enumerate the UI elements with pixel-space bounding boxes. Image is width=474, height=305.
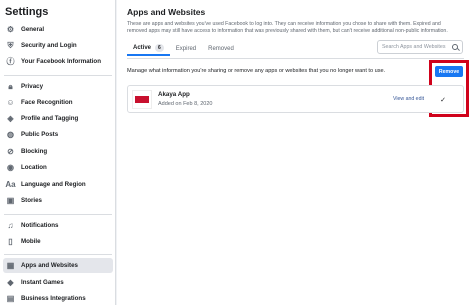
search-placeholder: Search Apps and Websites [382,44,446,50]
sidebar-item-profile-tagging[interactable]: ◈ Profile and Tagging [3,111,113,126]
location-icon: ◉ [7,163,14,172]
sidebar-divider [4,214,112,215]
tab-active[interactable]: Active 6 [127,42,170,56]
page-title: Apps and Websites [127,7,206,17]
sidebar-title: Settings [5,6,49,18]
sidebar-item-public-posts[interactable]: ◍ Public Posts [3,127,113,142]
view-and-edit-link[interactable]: View and edit [393,96,424,102]
tab-bar: Active 6 Expired Removed [127,42,240,56]
sidebar-item-language-region[interactable]: Aa Language and Region [3,177,113,192]
sidebar-item-privacy[interactable]: 🔒︎ Privacy [3,79,113,94]
tab-label: Removed [208,46,234,52]
face-icon: ☺ [6,98,15,107]
sidebar-item-facebook-information[interactable]: ⓕ Your Facebook Information [3,54,113,69]
block-icon: ⊘ [7,147,14,156]
sidebar-item-label: Stories [21,197,42,204]
sidebar-item-label: Blocking [21,148,48,155]
globe-icon: ◍ [7,130,14,139]
search-input[interactable]: Search Apps and Websites [377,40,463,54]
sidebar-divider [4,75,112,76]
sidebar-item-security[interactable]: ⛨ Security and Login [3,38,113,53]
sidebar-item-label: Language and Region [21,181,86,188]
sidebar-item-label: Your Facebook Information [21,58,101,65]
shield-icon: ⛨ [7,40,14,50]
app-select-checkbox[interactable]: ✓ [438,95,448,105]
tag-icon: ◈ [7,114,14,123]
sidebar-item-stories[interactable]: ▣ Stories [3,193,113,208]
sidebar-item-label: Security and Login [21,42,77,49]
bell-icon: ♫ [7,221,14,230]
language-icon: Aa [5,180,16,189]
sidebar-item-label: General [21,26,45,33]
sidebar-item-blocking[interactable]: ⊘ Blocking [3,144,113,159]
tabs-divider [127,58,464,59]
sidebar-item-label: Face Recognition [21,99,73,106]
mobile-icon: ▯ [8,237,13,246]
sidebar-item-notifications[interactable]: ♫ Notifications [3,218,113,233]
sidebar-item-mobile[interactable]: ▯ Mobile [3,234,113,249]
sidebar-item-label: Instant Games [21,279,64,286]
search-icon [452,44,458,50]
games-icon: ◆ [7,278,14,287]
manage-instructions: Manage what information you're sharing o… [127,68,386,74]
sidebar-item-location[interactable]: ◉ Location [3,160,113,175]
app-list-item: Akaya App Added on Feb 8, 2020 View and … [127,85,464,113]
tab-removed[interactable]: Removed [202,42,240,56]
sidebar-divider [4,254,112,255]
sidebar-item-general[interactable]: ⚙ General [3,22,113,37]
facebook-icon: ⓕ [6,57,15,66]
sidebar-item-face-recognition[interactable]: ☺ Face Recognition [3,95,113,110]
tab-expired[interactable]: Expired [170,42,202,56]
sidebar-item-label: Public Posts [21,131,59,138]
sidebar-item-label: Location [21,164,47,171]
tab-count-badge: 6 [155,44,164,52]
remove-button[interactable]: Remove [435,66,463,77]
app-added-date: Added on Feb 8, 2020 [158,101,213,107]
sidebar-item-label: Profile and Tagging [21,115,79,122]
tab-label: Expired [175,46,197,52]
app-logo-mark [135,96,149,103]
settings-sidebar: Settings ⚙ General ⛨ Security and Login … [0,0,116,305]
sidebar-item-label: Business Integrations [21,295,86,302]
sidebar-item-label: Privacy [21,83,44,90]
sidebar-item-instant-games[interactable]: ◆ Instant Games [3,275,113,290]
sidebar-item-label: Mobile [21,238,41,245]
lock-icon: 🔒︎ [8,81,13,91]
tab-label: Active [133,45,152,51]
app-logo [132,90,152,109]
apps-websites-panel: Apps and Websites These are apps and web… [117,0,474,305]
business-icon: ▤ [6,294,15,303]
sidebar-item-apps-websites[interactable]: ▦ Apps and Websites [3,258,113,273]
sidebar-item-business-integrations[interactable]: ▤ Business Integrations [3,291,113,305]
stories-icon: ▣ [6,196,15,205]
sidebar-item-label: Apps and Websites [21,262,78,269]
apps-icon: ▦ [6,261,15,270]
page-description: These are apps and websites you've used … [127,21,448,34]
gear-icon: ⚙ [6,25,15,34]
sidebar-item-label: Notifications [21,222,59,229]
app-name: Akaya App [158,91,190,98]
